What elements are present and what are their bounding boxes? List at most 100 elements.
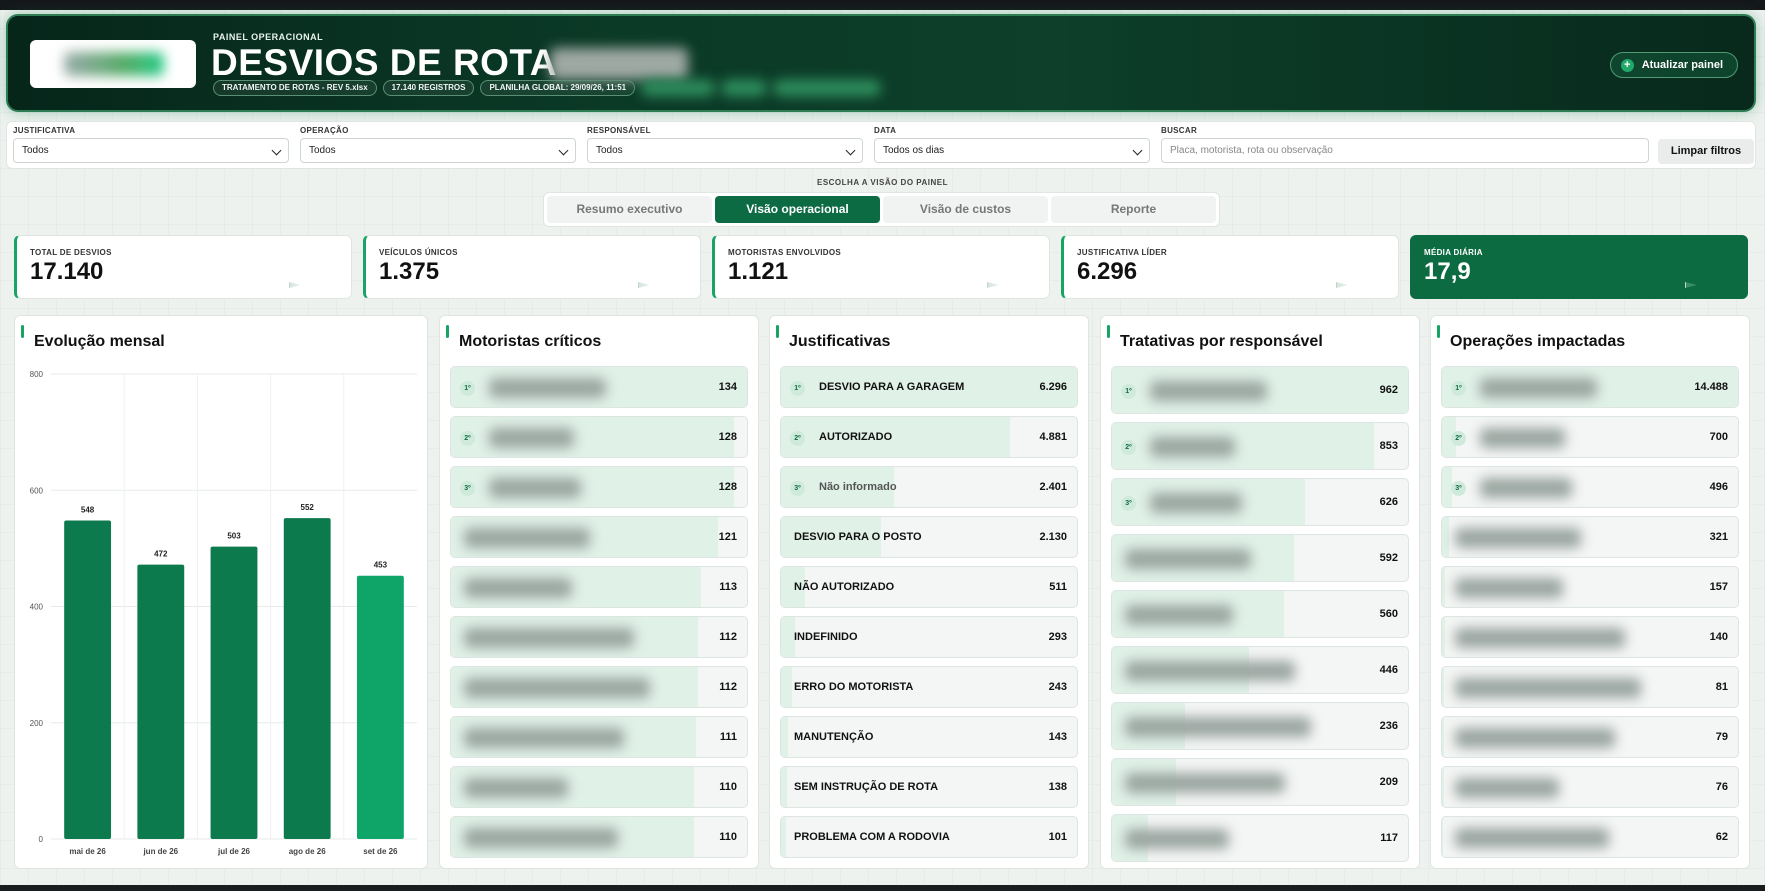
list-item[interactable]: 81 — [1441, 666, 1739, 708]
list-item[interactable]: DESVIO PARA O POSTO 2.130 — [780, 516, 1078, 558]
list-item[interactable]: 1º 14.488 — [1441, 366, 1739, 408]
operacoes-list: 1º 14.488 2º 700 3º 496 321 157 140 81 79 76 62 — [1441, 366, 1739, 866]
operacao-select[interactable]: Todos — [300, 138, 576, 163]
data-select[interactable]: Todos os dias — [874, 138, 1150, 163]
list-item[interactable]: 2º 128 — [450, 416, 748, 458]
window-bottom-bar — [0, 885, 1765, 891]
x-tick-label: ago de 26 — [289, 847, 326, 856]
panel-tratativas: Tratativas por responsável 1º 962 2º 853 3º 6… — [1100, 315, 1420, 869]
list-item[interactable]: 112 — [450, 616, 748, 658]
item-value: 128 — [718, 431, 737, 443]
list-item[interactable]: 140 — [1441, 616, 1739, 658]
item-label: MANUTENÇÃO — [794, 731, 874, 743]
item-value: 626 — [1379, 496, 1398, 508]
list-item[interactable]: 3º 128 — [450, 466, 748, 508]
rank-badge: 1º — [790, 380, 805, 396]
item-value: 321 — [1709, 531, 1728, 543]
list-item[interactable]: 3º 626 — [1111, 478, 1409, 526]
header-chips: TRATAMENTO DE ROTAS - REV 5.xlsx 17.140 … — [213, 80, 882, 96]
list-item[interactable]: ERRO DO MOTORISTA 243 — [780, 666, 1078, 708]
list-item[interactable]: 1º 962 — [1111, 366, 1409, 414]
refresh-label: Atualizar painel — [1641, 59, 1723, 71]
records-chip: 17.140 REGISTROS — [382, 80, 475, 96]
data-label: 453 — [374, 561, 388, 570]
list-item[interactable]: 110 — [450, 816, 748, 858]
item-value: 962 — [1379, 384, 1398, 396]
list-item[interactable]: 110 — [450, 766, 748, 808]
list-item[interactable]: 3º Não informado 2.401 — [780, 466, 1078, 508]
list-item[interactable]: 111 — [450, 716, 748, 758]
list-item[interactable]: 2º 700 — [1441, 416, 1739, 458]
filter-label: RESPONSÁVEL — [587, 126, 651, 135]
list-item[interactable]: 236 — [1111, 702, 1409, 750]
list-item[interactable]: 3º 496 — [1441, 466, 1739, 508]
list-item[interactable]: 1º 134 — [450, 366, 748, 408]
list-item[interactable]: 2º 853 — [1111, 422, 1409, 470]
search-input[interactable]: Placa, motorista, rota ou observação — [1161, 138, 1649, 163]
chart-bar — [210, 546, 258, 839]
filter-operacao: OPERAÇÃO Todos — [300, 126, 576, 163]
item-value: 560 — [1379, 608, 1398, 620]
responsavel-select[interactable]: Todos — [587, 138, 863, 163]
redacted-name — [1455, 628, 1625, 648]
x-tick-label: mai de 26 — [69, 847, 106, 856]
tab-visao-operacional[interactable]: Visão operacional — [715, 196, 880, 223]
item-label: PROBLEMA COM A RODOVIA — [794, 831, 950, 843]
x-tick-label: jul de 26 — [217, 847, 251, 856]
x-tick-label: jun de 26 — [142, 847, 178, 856]
motoristas-list: 1º 134 2º 128 3º 128 121 113 112 112 111 110 110 — [450, 366, 748, 866]
list-item[interactable]: 1º DESVIO PARA A GARAGEM 6.296 — [780, 366, 1078, 408]
item-value: 243 — [1048, 681, 1067, 693]
refresh-panel-button[interactable]: + Atualizar painel — [1609, 52, 1738, 78]
rank-bar-fill — [1442, 517, 1449, 557]
list-item[interactable]: 560 — [1111, 590, 1409, 638]
list-item[interactable]: 112 — [450, 666, 748, 708]
item-label: INDEFINIDO — [794, 631, 858, 643]
kpi-justificativa-lider: JUSTIFICATIVA LÍDER 6.296 — [1061, 235, 1399, 299]
kpi-value: 17.140 — [30, 258, 104, 285]
tab-resumo-executivo[interactable]: Resumo executivo — [547, 196, 712, 223]
item-value: 81 — [1715, 681, 1728, 693]
chart-bar — [137, 564, 185, 839]
list-item[interactable]: 446 — [1111, 646, 1409, 694]
list-item[interactable]: SEM INSTRUÇÃO DE ROTA 138 — [780, 766, 1078, 808]
window-top-bar — [0, 0, 1765, 10]
item-label: SEM INSTRUÇÃO DE ROTA — [794, 781, 939, 793]
item-value: 236 — [1379, 720, 1398, 732]
y-tick-label: 400 — [30, 603, 44, 612]
item-value: 62 — [1715, 831, 1728, 843]
list-item[interactable]: 209 — [1111, 758, 1409, 806]
list-item[interactable]: 2º AUTORIZADO 4.881 — [780, 416, 1078, 458]
rank-badge: 2º — [1451, 430, 1466, 446]
redacted-name — [489, 428, 574, 448]
list-item[interactable]: 592 — [1111, 534, 1409, 582]
data-label: 472 — [154, 550, 168, 559]
list-item[interactable]: 157 — [1441, 566, 1739, 608]
list-item[interactable]: 321 — [1441, 516, 1739, 558]
kpi-total-desvios: TOTAL DE DESVIOS 17.140 — [14, 235, 352, 299]
rank-badge: 1º — [460, 380, 475, 396]
panel-accent — [776, 325, 779, 338]
list-item[interactable]: PROBLEMA COM A RODOVIA 101 — [780, 816, 1078, 858]
rank-badge: 2º — [1121, 439, 1136, 455]
list-item[interactable]: INDEFINIDO 293 — [780, 616, 1078, 658]
item-value: 446 — [1379, 664, 1398, 676]
list-item[interactable]: 113 — [450, 566, 748, 608]
list-item[interactable]: MANUTENÇÃO 143 — [780, 716, 1078, 758]
list-item[interactable]: 121 — [450, 516, 748, 558]
list-item[interactable]: 79 — [1441, 716, 1739, 758]
list-item[interactable]: 62 — [1441, 816, 1739, 858]
tab-visao-custos[interactable]: Visão de custos — [883, 196, 1048, 223]
redacted-name — [464, 728, 624, 748]
list-item[interactable]: 117 — [1111, 814, 1409, 862]
list-item[interactable]: 76 — [1441, 766, 1739, 808]
item-value: 853 — [1379, 440, 1398, 452]
tab-reporte[interactable]: Reporte — [1051, 196, 1216, 223]
rank-badge: 1º — [1451, 380, 1466, 396]
rank-badge: 3º — [790, 480, 805, 496]
view-tabs: Resumo executivo Visão operacional Visão… — [543, 192, 1220, 227]
list-item[interactable]: NÃO AUTORIZADO 511 — [780, 566, 1078, 608]
clear-filters-button[interactable]: Limpar filtros — [1658, 139, 1754, 164]
redacted-name — [1125, 605, 1233, 625]
justificativa-select[interactable]: Todos — [13, 138, 289, 163]
